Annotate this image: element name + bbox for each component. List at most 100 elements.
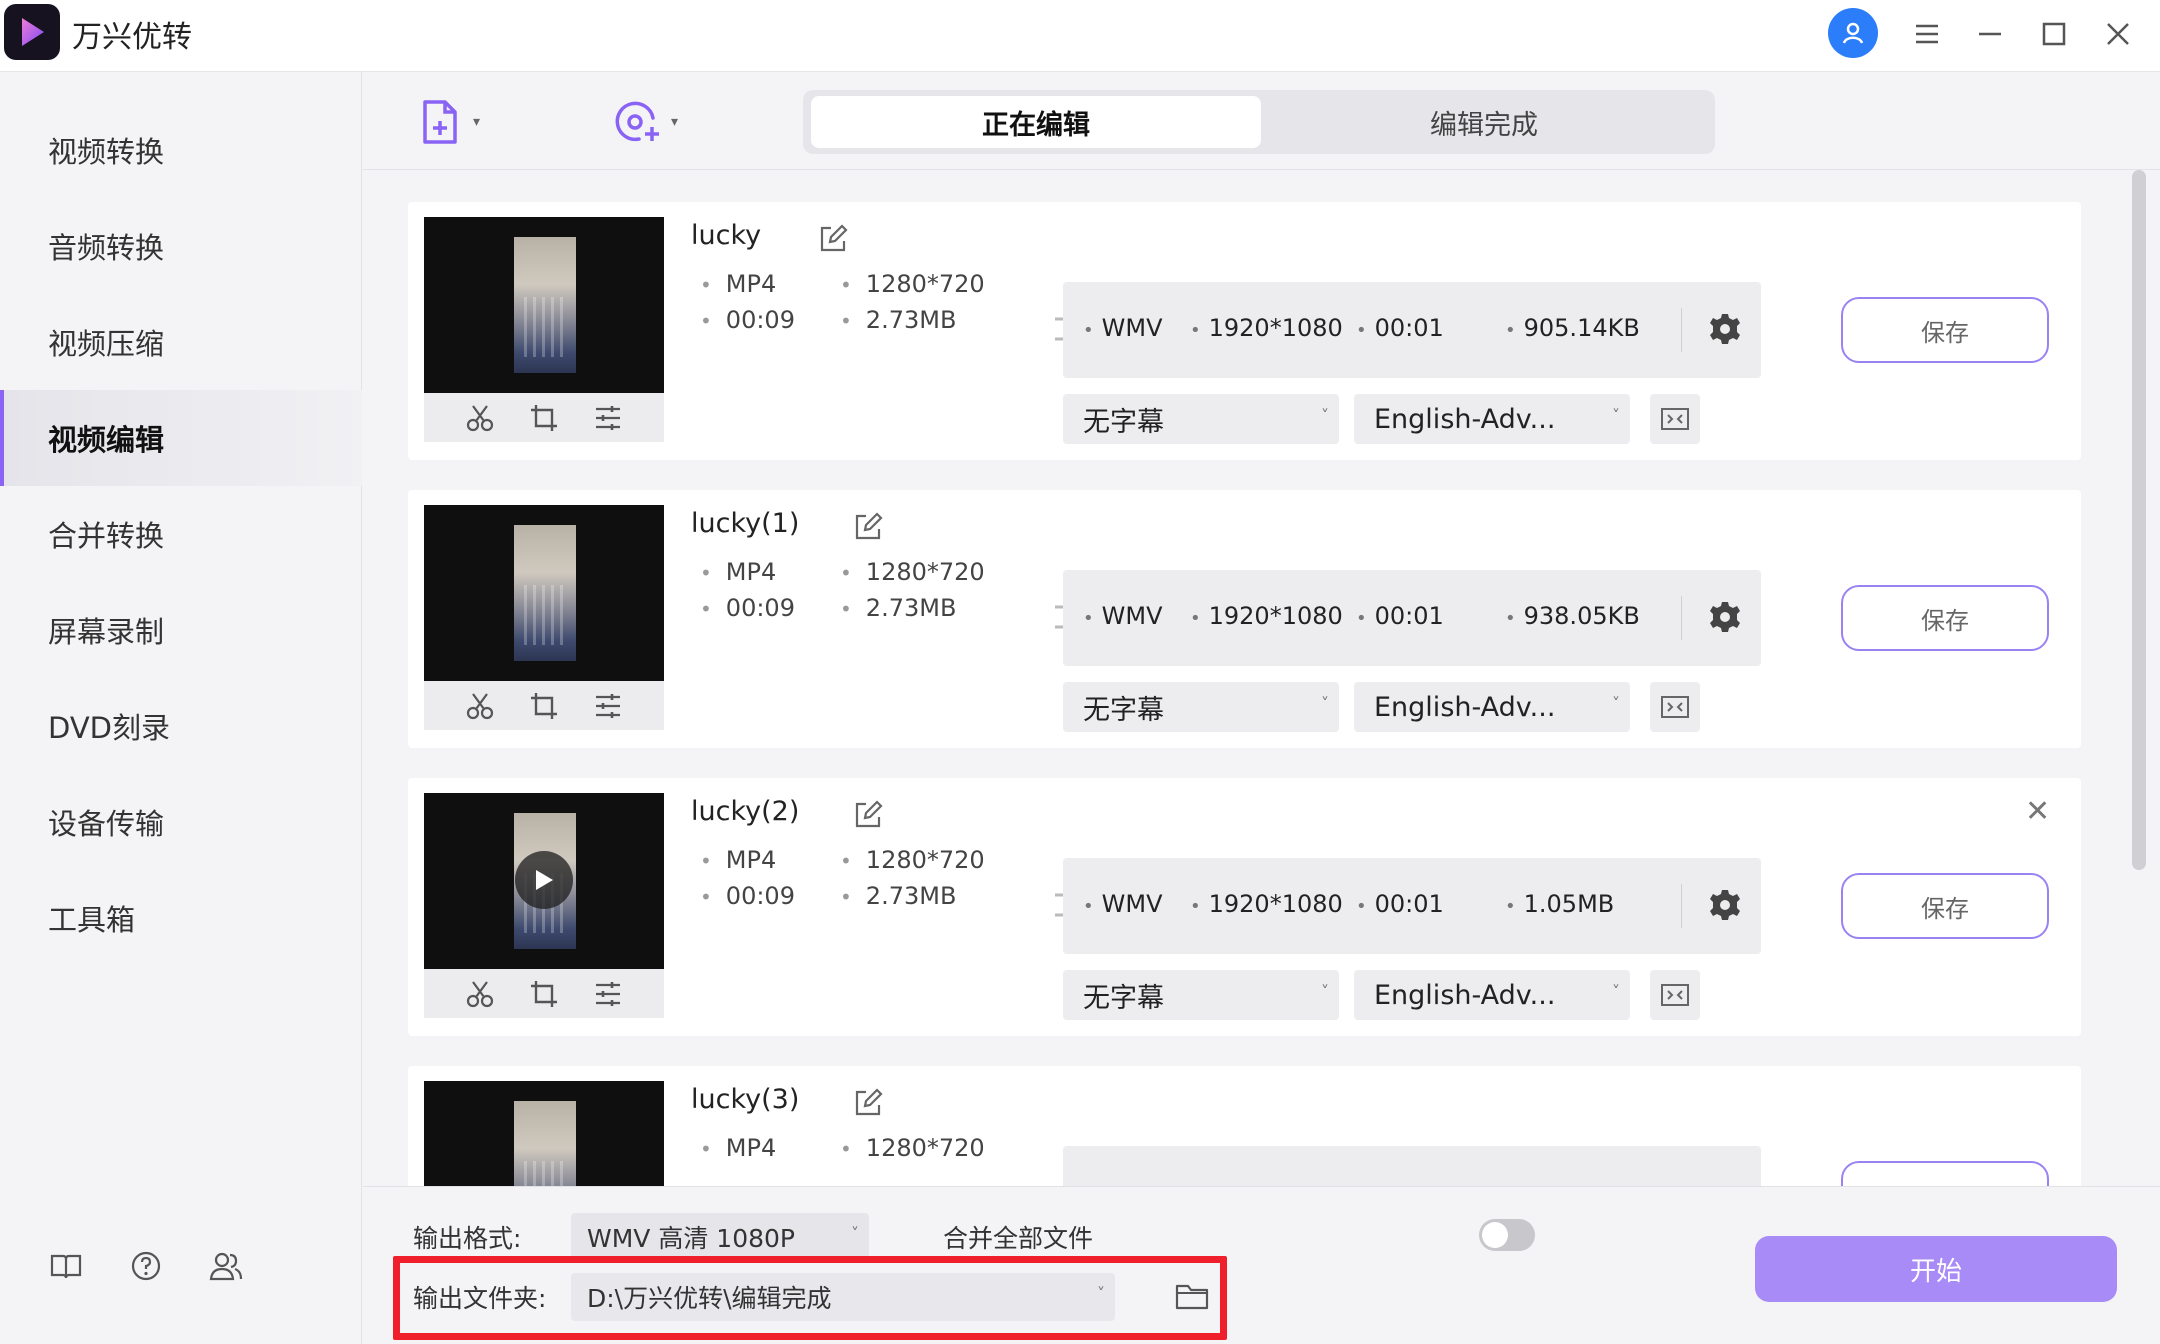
subtitle-icon[interactable] xyxy=(1650,682,1700,732)
source-duration: 00:09 xyxy=(700,594,795,622)
title-bar: 万兴优转 xyxy=(0,0,2160,72)
trim-scissors-icon[interactable] xyxy=(465,403,495,433)
add-file-button[interactable]: ▾ xyxy=(419,96,480,148)
save-button[interactable]: 保存 xyxy=(1841,585,2049,651)
menu-icon[interactable] xyxy=(1903,10,1951,58)
crop-icon[interactable] xyxy=(529,691,559,721)
video-thumbnail[interactable] xyxy=(424,505,664,681)
add-media-button[interactable]: ▾ xyxy=(613,96,678,148)
chevron-down-icon: ▾ xyxy=(473,114,481,130)
close-window-icon[interactable] xyxy=(2094,10,2142,58)
file-card: lucky(1) MP4 00:09 1280*720 2.73MB WMV 1… xyxy=(408,490,2081,748)
crop-icon[interactable] xyxy=(529,403,559,433)
audio-track-value: English-Adv... xyxy=(1374,979,1556,1011)
subtitle-icon[interactable] xyxy=(1650,394,1700,444)
file-list: lucky MP4 00:09 1280*720 2.73MB WMV 1920… xyxy=(363,170,2133,1186)
sidebar-item-device-transfer[interactable]: 设备传输 xyxy=(0,774,362,870)
sidebar-item-merge[interactable]: 合并转换 xyxy=(0,486,362,582)
output-settings-box[interactable] xyxy=(1063,1146,1761,1186)
video-thumbnail[interactable] xyxy=(424,1081,664,1186)
users-icon[interactable] xyxy=(206,1246,246,1286)
chevron-down-icon: ˅ xyxy=(1321,406,1329,425)
book-icon[interactable] xyxy=(46,1246,86,1286)
sidebar-item-video-compress[interactable]: 视频压缩 xyxy=(0,294,362,390)
output-settings-box[interactable]: WMV 1920*1080 00:01 1.05MB xyxy=(1063,858,1761,954)
sidebar-item-toolbox[interactable]: 工具箱 xyxy=(0,870,362,966)
user-account-icon[interactable] xyxy=(1828,8,1878,58)
sidebar-item-video-convert[interactable]: 视频转换 xyxy=(0,102,362,198)
help-icon[interactable] xyxy=(126,1246,166,1286)
source-format: MP4 xyxy=(700,558,776,586)
sidebar: 视频转换 音频转换 视频压缩 视频编辑 合并转换 屏幕录制 DVD刻录 设备传输… xyxy=(0,72,362,1344)
chevron-down-icon: ˅ xyxy=(1612,406,1620,425)
source-duration: 00:09 xyxy=(700,306,795,334)
subtitle-select[interactable]: 无字幕 ˅ xyxy=(1063,970,1339,1020)
file-card: lucky MP4 00:09 1280*720 2.73MB WMV 1920… xyxy=(408,202,2081,460)
video-thumbnail[interactable] xyxy=(424,793,664,969)
audio-track-value: English-Adv... xyxy=(1374,691,1556,723)
remove-file-close-icon[interactable]: ✕ xyxy=(2025,794,2050,829)
chevron-down-icon: ˅ xyxy=(1321,982,1329,1001)
audio-track-select[interactable]: English-Adv... ˅ xyxy=(1354,682,1630,732)
sidebar-item-label: 设备传输 xyxy=(48,807,165,841)
video-thumbnail[interactable] xyxy=(424,217,664,393)
effects-adjust-icon[interactable] xyxy=(593,691,623,721)
sidebar-item-dvd-burn[interactable]: DVD刻录 xyxy=(0,678,362,774)
output-resolution: 1920*1080 xyxy=(1190,890,1343,918)
sidebar-item-label: 视频转换 xyxy=(48,135,165,169)
source-size: 2.73MB xyxy=(840,306,957,334)
trim-scissors-icon[interactable] xyxy=(465,979,495,1009)
source-size: 2.73MB xyxy=(840,594,957,622)
tab-edit-complete[interactable]: 编辑完成 xyxy=(1261,96,1707,148)
thumbnail-toolbar xyxy=(424,393,664,442)
output-settings-box[interactable]: WMV 1920*1080 00:01 905.14KB xyxy=(1063,282,1761,378)
output-settings-box[interactable]: WMV 1920*1080 00:01 938.05KB xyxy=(1063,570,1761,666)
settings-gear-icon[interactable] xyxy=(1708,312,1742,346)
subtitle-value: 无字幕 xyxy=(1083,694,1164,726)
settings-gear-icon[interactable] xyxy=(1708,888,1742,922)
rename-edit-icon[interactable] xyxy=(818,224,848,254)
output-format-value: WMV 高清 1080P xyxy=(587,1224,795,1253)
output-duration: 00:01 xyxy=(1356,890,1444,918)
sidebar-item-label: 音频转换 xyxy=(48,231,165,265)
audio-track-select[interactable]: English-Adv... ˅ xyxy=(1354,394,1630,444)
file-name: lucky xyxy=(691,220,762,251)
audio-track-select[interactable]: English-Adv... ˅ xyxy=(1354,970,1630,1020)
merge-all-toggle[interactable] xyxy=(1479,1219,1535,1251)
sidebar-item-video-edit[interactable]: 视频编辑 xyxy=(0,390,362,486)
subtitle-select[interactable]: 无字幕 ˅ xyxy=(1063,682,1339,732)
subtitle-icon[interactable] xyxy=(1650,970,1700,1020)
save-button[interactable] xyxy=(1841,1161,2049,1186)
rename-edit-icon[interactable] xyxy=(853,1088,883,1118)
add-media-icon xyxy=(615,101,659,142)
effects-adjust-icon[interactable] xyxy=(593,403,623,433)
sidebar-item-label: 工具箱 xyxy=(48,903,136,937)
sidebar-item-screen-record[interactable]: 屏幕录制 xyxy=(0,582,362,678)
trim-scissors-icon[interactable] xyxy=(465,691,495,721)
chevron-down-icon: ˅ xyxy=(1612,694,1620,713)
sidebar-item-audio-convert[interactable]: 音频转换 xyxy=(0,198,362,294)
source-format: MP4 xyxy=(700,1134,776,1162)
start-button[interactable]: 开始 xyxy=(1755,1236,2117,1302)
minimize-icon[interactable] xyxy=(1966,10,2014,58)
subtitle-select[interactable]: 无字幕 ˅ xyxy=(1063,394,1339,444)
file-name: lucky(1) xyxy=(691,508,800,539)
merge-all-label: 合并全部文件 xyxy=(943,1224,1094,1253)
list-scrollbar[interactable] xyxy=(2132,170,2146,870)
source-resolution: 1280*720 xyxy=(840,846,985,874)
tab-editing[interactable]: 正在编辑 xyxy=(811,96,1261,148)
crop-icon[interactable] xyxy=(529,979,559,1009)
sidebar-item-label: 屏幕录制 xyxy=(48,615,165,649)
maximize-icon[interactable] xyxy=(2030,10,2078,58)
settings-gear-icon[interactable] xyxy=(1708,600,1742,634)
output-format-select[interactable]: WMV 高清 1080P ˅ xyxy=(571,1213,869,1261)
rename-edit-icon[interactable] xyxy=(853,800,883,830)
save-button[interactable]: 保存 xyxy=(1841,297,2049,363)
effects-adjust-icon[interactable] xyxy=(593,979,623,1009)
play-icon[interactable] xyxy=(515,851,573,909)
save-button[interactable]: 保存 xyxy=(1841,873,2049,939)
rename-edit-icon[interactable] xyxy=(853,512,883,542)
add-file-icon xyxy=(423,100,457,144)
file-name: lucky(2) xyxy=(691,796,800,827)
chevron-down-icon: ˅ xyxy=(1612,982,1620,1001)
